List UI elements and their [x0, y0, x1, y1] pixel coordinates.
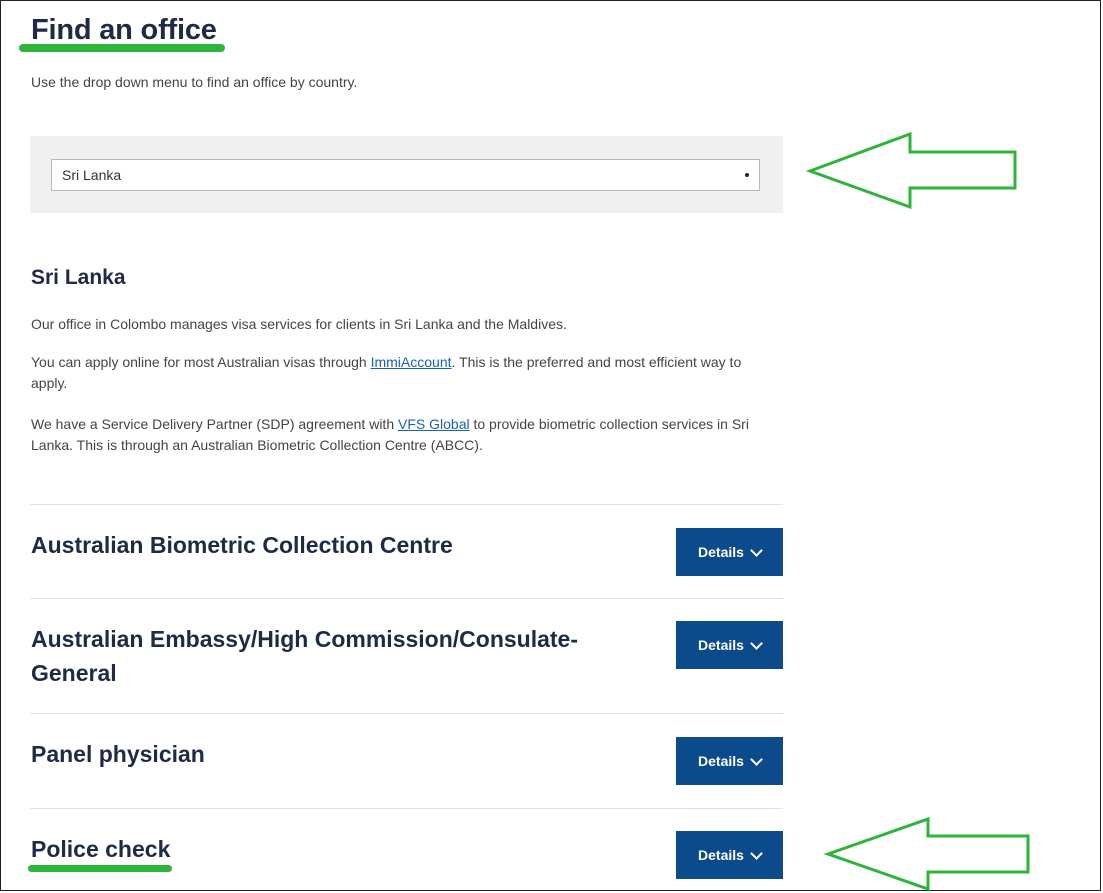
embassy-details-button[interactable]: Details [676, 621, 783, 669]
section-divider [30, 504, 783, 505]
sdp-paragraph: We have a Service Delivery Partner (SDP)… [31, 414, 781, 456]
chevron-down-icon [750, 636, 763, 650]
details-button-label: Details [698, 544, 744, 560]
section-divider [30, 808, 783, 809]
office-description: Our office in Colombo manages visa servi… [31, 314, 781, 335]
section-divider [30, 713, 783, 714]
details-button-label: Details [698, 753, 744, 769]
abcc-details-button[interactable]: Details [676, 528, 783, 576]
chevron-down-icon [750, 543, 763, 557]
country-dropdown-value: Sri Lanka [62, 167, 122, 183]
vfs-global-link[interactable]: VFS Global [398, 416, 470, 432]
section-title-embassy: Australian Embassy/High Commission/Consu… [31, 626, 579, 686]
annotation-arrow-icon [805, 131, 1017, 210]
section-title-panel-physician: Panel physician [31, 741, 205, 767]
immiaccount-link[interactable]: ImmiAccount [371, 354, 452, 370]
dropdown-caret-icon [745, 173, 749, 177]
annotation-arrow-icon [823, 816, 1030, 892]
office-description-text: Our office in Colombo manages visa servi… [31, 316, 567, 332]
chevron-down-icon [750, 846, 763, 860]
panel-physician-details-button[interactable]: Details [676, 737, 783, 785]
apply-online-text-start: You can apply online for most Australian… [31, 354, 371, 370]
country-dropdown[interactable]: Sri Lanka [51, 159, 760, 191]
chevron-down-icon [750, 752, 763, 766]
apply-online-paragraph: You can apply online for most Australian… [31, 352, 781, 394]
sdp-text-start: We have a Service Delivery Partner (SDP)… [31, 416, 398, 432]
country-select-panel: Sri Lanka [30, 136, 783, 213]
police-check-details-button[interactable]: Details [676, 831, 783, 879]
police-check-highlight-underline [28, 865, 172, 872]
details-button-label: Details [698, 637, 744, 653]
details-button-label: Details [698, 847, 744, 863]
section-title-abcc: Australian Biometric Collection Centre [31, 532, 453, 558]
title-highlight-underline [19, 44, 225, 52]
country-heading: Sri Lanka [31, 266, 126, 289]
page-title: Find an office [31, 14, 217, 46]
intro-text: Use the drop down menu to find an office… [31, 74, 358, 90]
section-title-police-check: Police check [31, 836, 171, 862]
section-divider [30, 598, 783, 599]
